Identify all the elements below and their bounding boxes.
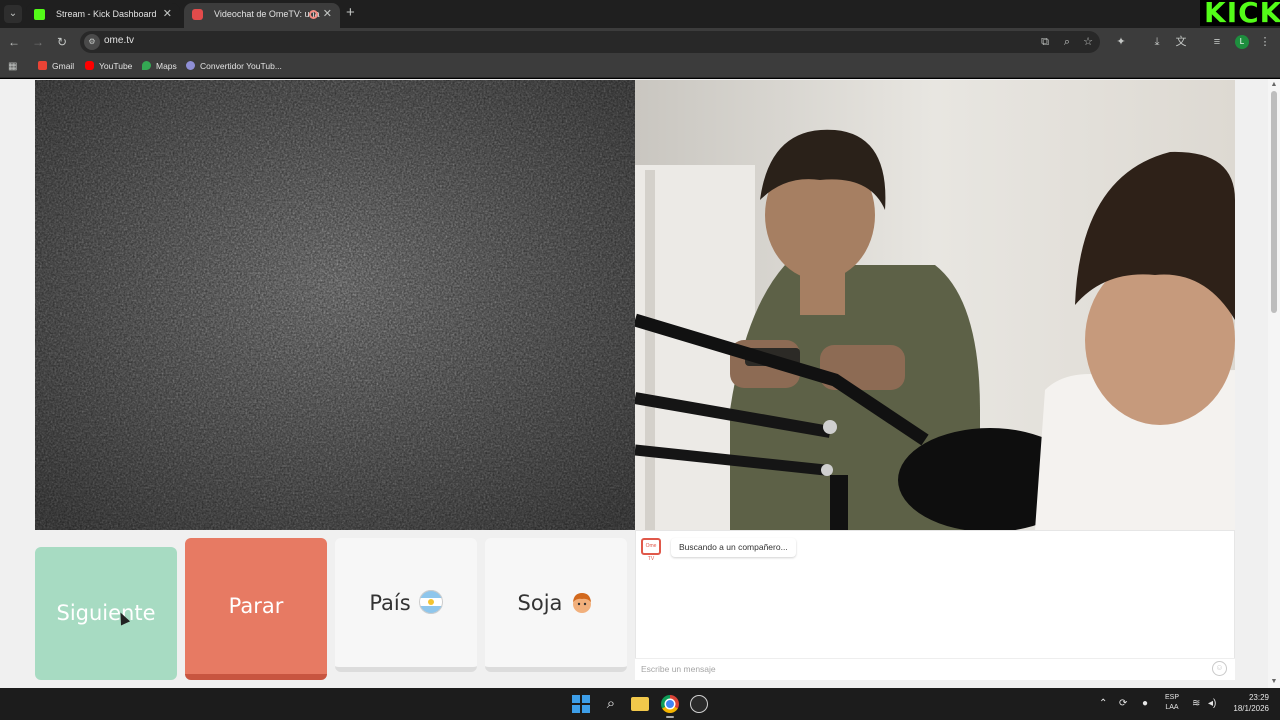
- kick-favicon-icon: [34, 9, 45, 20]
- tray-volume-icon[interactable]: ◂): [1208, 697, 1216, 711]
- translate-icon[interactable]: 文: [1174, 35, 1188, 49]
- extensions-puzzle-icon[interactable]: ✦: [1114, 35, 1128, 49]
- stop-button[interactable]: Parar: [185, 538, 327, 680]
- stranger-video-static: [35, 80, 635, 530]
- kick-logo-overlay: KICK: [1200, 0, 1280, 26]
- tab-ometv[interactable]: Videochat de OmeTV: una ✕: [184, 3, 340, 28]
- bookmark-convertidor[interactable]: Convertidor YouTub...: [186, 60, 282, 73]
- taskbar-clock[interactable]: 23:29 18/1/2026: [1225, 692, 1269, 714]
- windows-taskbar: ⌕ ⌃ ⟳ ● ≋ ◂): [0, 688, 1280, 720]
- windows-start-icon[interactable]: [572, 695, 590, 713]
- tray-wifi-icon[interactable]: ≋: [1192, 697, 1200, 711]
- download-icon[interactable]: ⤓: [1150, 35, 1164, 49]
- tab-title: Stream - Kick Dashboard: [56, 9, 157, 19]
- chat-message-input[interactable]: [641, 662, 1201, 676]
- ometv-favicon-icon: [192, 9, 203, 20]
- bookmark-maps[interactable]: Maps: [142, 60, 177, 73]
- browser-toolbar: ← → ↻ ⚙ ome.tv ⧉ ⌕ ☆ ✦ ⤓ 文 ≡ L ⋮: [0, 28, 1280, 56]
- argentina-flag-icon: [418, 590, 443, 614]
- obs-taskbar-icon[interactable]: [690, 695, 708, 713]
- tray-sync-icon[interactable]: ⟳: [1119, 697, 1127, 711]
- tray-microphone-icon[interactable]: ●: [1142, 697, 1148, 711]
- gender-filter-button[interactable]: Soja: [485, 538, 627, 672]
- page-scrollbar[interactable]: ▲ ▼: [1268, 79, 1280, 688]
- forward-arrow-icon[interactable]: →: [30, 34, 46, 50]
- tab-title: Videochat de OmeTV: una: [214, 9, 320, 19]
- tray-overflow-chevron-icon[interactable]: ⌃: [1099, 697, 1107, 711]
- install-app-icon[interactable]: ⧉: [1038, 35, 1052, 49]
- clock-time: 23:29: [1248, 693, 1269, 702]
- tab-search-chevron-icon[interactable]: ⌄: [4, 5, 22, 23]
- self-camera-video: [635, 80, 1235, 530]
- more-menu-icon[interactable]: ⋮: [1258, 35, 1272, 49]
- webcam-scene-graphic: [635, 80, 1235, 530]
- address-bar[interactable]: ⚙ ome.tv: [80, 31, 1100, 53]
- converter-icon: [186, 61, 195, 70]
- gender-label: Soja: [517, 591, 563, 615]
- media-queue-icon[interactable]: ≡: [1210, 35, 1224, 49]
- bookmark-star-icon[interactable]: ☆: [1081, 35, 1095, 49]
- clock-date: 18/1/2026: [1233, 704, 1269, 713]
- url-text: ome.tv: [104, 35, 135, 46]
- boy-face-icon: [573, 593, 592, 613]
- scroll-up-arrow-icon[interactable]: ▲: [1270, 81, 1278, 89]
- scroll-thumb[interactable]: [1271, 91, 1277, 313]
- bookmark-youtube[interactable]: YouTube: [85, 60, 132, 73]
- zoom-icon[interactable]: ⌕: [1060, 35, 1074, 49]
- chrome-taskbar-icon[interactable]: [661, 695, 679, 713]
- file-explorer-icon[interactable]: [631, 697, 649, 711]
- site-info-icon[interactable]: ⚙: [84, 34, 100, 50]
- country-label: País: [369, 591, 411, 615]
- bookmark-gmail[interactable]: Gmail: [38, 60, 74, 73]
- chrome-active-indicator: [666, 716, 674, 718]
- apps-grid-icon[interactable]: ▦: [8, 61, 19, 72]
- youtube-icon: [85, 61, 94, 70]
- scroll-down-arrow-icon[interactable]: ▼: [1270, 678, 1278, 686]
- maps-pin-icon: [142, 61, 151, 70]
- chat-status-message: Buscando a un compañero...: [671, 538, 796, 557]
- browser-tab-strip: ⌄ Stream - Kick Dashboard ✕ Videochat de…: [0, 0, 1280, 28]
- new-tab-plus-icon[interactable]: +: [346, 4, 355, 21]
- close-tab-icon[interactable]: ✕: [323, 3, 332, 26]
- bookmarks-bar: Gmail YouTube Maps Convertidor YouTub...: [0, 56, 1280, 78]
- language-code: ESP: [1164, 694, 1179, 701]
- ometv-logo-icon: Ome TV: [641, 538, 661, 562]
- gmail-icon: [38, 61, 47, 70]
- next-button[interactable]: Siguiente: [35, 547, 177, 680]
- taskbar-search-icon[interactable]: ⌕: [602, 695, 620, 713]
- static-noise-graphic: [35, 80, 635, 530]
- language-indicator[interactable]: ESP LAA: [1162, 693, 1182, 713]
- recording-indicator-icon: [309, 10, 318, 19]
- reload-icon[interactable]: ↻: [54, 34, 70, 50]
- close-tab-icon[interactable]: ✕: [163, 3, 172, 26]
- country-filter-button[interactable]: País: [335, 538, 477, 672]
- keyboard-layout-code: LAA: [1165, 704, 1179, 711]
- profile-avatar[interactable]: L: [1235, 35, 1249, 49]
- back-arrow-icon[interactable]: ←: [6, 34, 22, 50]
- tab-kick-dashboard[interactable]: Stream - Kick Dashboard ✕: [26, 3, 180, 28]
- emoji-icon[interactable]: ☺: [1212, 661, 1227, 676]
